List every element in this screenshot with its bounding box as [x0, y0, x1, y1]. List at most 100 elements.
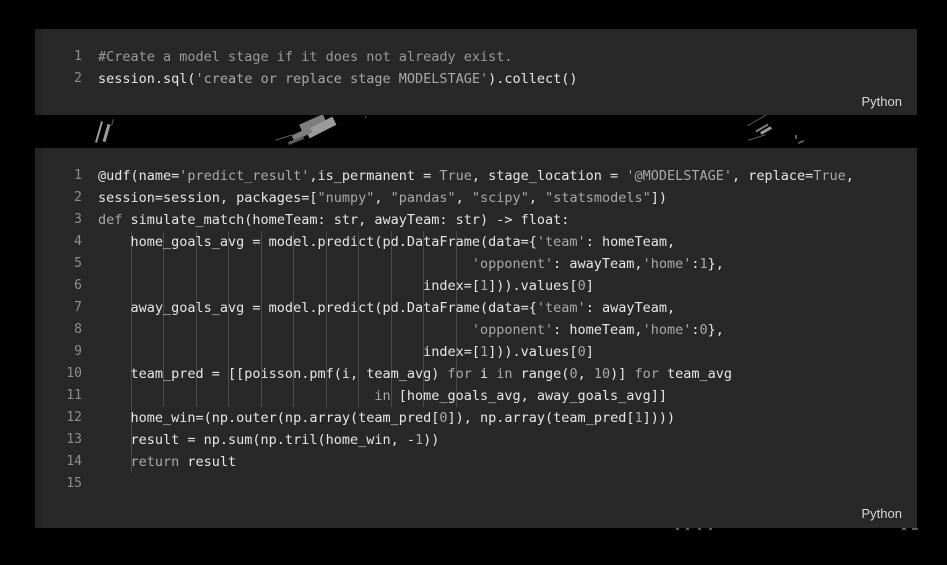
scratch-mark: [365, 116, 366, 118]
scratch-mark: [676, 528, 679, 530]
code-token: #Create a model stage if it does not alr…: [98, 49, 513, 65]
code-token: 0: [699, 322, 708, 338]
line-text: return result: [98, 451, 237, 473]
code-token: range(: [520, 366, 570, 382]
scratch-mark: [912, 528, 918, 530]
line-number: 11: [66, 388, 82, 403]
line-number: 14: [66, 454, 82, 469]
scratch-mark: [95, 121, 103, 143]
code-line[interactable]: 15: [42, 473, 917, 495]
code-line[interactable]: 14 return result: [42, 451, 917, 473]
code-lines-2[interactable]: 1 @udf(name='predict_result',is_permanent…: [35, 148, 917, 495]
code-token: : homeTeam,: [553, 322, 643, 338]
code-token: : awayTeam,: [553, 256, 643, 272]
line-text: home_win=(np.outer(np.array(team_pred[0]…: [98, 407, 676, 429]
code-line[interactable]: 2 session=session, packages=["numpy", "pa…: [42, 187, 917, 209]
code-line[interactable]: 7 away_goals_avg = model.predict(pd.Data…: [42, 297, 917, 319]
code-line[interactable]: 12 home_win=(np.outer(np.array(team_pred…: [42, 407, 917, 429]
code-token: home_win=(np.outer(np.array(team_pred[: [98, 410, 440, 426]
code-token: 0: [577, 278, 586, 294]
code-token: 1: [480, 278, 489, 294]
scratch-mark: [291, 126, 313, 142]
code-line[interactable]: 6 index=[1])).values[0]: [42, 275, 917, 297]
line-text: session.sql('create or replace stage MOD…: [98, 68, 578, 90]
code-token: , replace=: [732, 168, 814, 184]
scratch-mark: [748, 134, 766, 141]
scratch-mark: [698, 528, 701, 530]
code-token: ]: [585, 278, 594, 294]
line-number: 4: [74, 234, 82, 249]
code-line[interactable]: 9 index=[1])).values[0]: [42, 341, 917, 363]
code-block-1[interactable]: 1 #Create a model stage if it does not al…: [35, 29, 917, 115]
line-number: 3: [74, 212, 82, 227]
line-text: @udf(name='predict_result',is_permanent …: [98, 165, 854, 187]
code-token: ])).values[: [488, 344, 578, 360]
code-line[interactable]: 2 session.sql('create or replace stage MO…: [42, 68, 917, 90]
code-line[interactable]: 5 'opponent': awayTeam,'home':1},: [42, 253, 917, 275]
code-token: 1: [634, 410, 643, 426]
code-token: simulate_match(homeTeam: str, awayTeam: …: [130, 212, 570, 228]
code-token: ,: [455, 190, 472, 206]
code-line[interactable]: 8 'opponent': homeTeam,'home':0},: [42, 319, 917, 341]
code-token: i: [480, 366, 497, 382]
code-line[interactable]: 3 def simulate_match(homeTeam: str, awayT…: [42, 209, 917, 231]
language-label-2: Python: [861, 506, 902, 521]
scratch-mark: [755, 123, 769, 133]
code-block-2[interactable]: 1 @udf(name='predict_result',is_permanent…: [35, 148, 917, 528]
scratch-artifacts: [0, 115, 947, 148]
code-line[interactable]: 1 #Create a model stage if it does not al…: [42, 46, 917, 68]
scratch-mark: [288, 136, 304, 145]
line-text: #Create a model stage if it does not alr…: [98, 46, 513, 68]
code-lines-1[interactable]: 1 #Create a model stage if it does not al…: [35, 29, 917, 90]
code-token: 'home': [642, 322, 692, 338]
code-token: ,: [528, 190, 546, 206]
code-token: 1: [414, 432, 424, 448]
code-token: )]: [610, 366, 635, 382]
code-token: ).collect(): [488, 71, 578, 87]
bottom-scratch-artifacts: [0, 528, 947, 540]
line-text: index=[1])).values[0]: [98, 275, 594, 297]
scratch-mark: [299, 115, 327, 134]
line-number: 2: [74, 190, 82, 205]
code-token: True: [439, 168, 472, 184]
line-text: session=session, packages=["numpy", "pan…: [98, 187, 667, 209]
code-token: 10: [593, 366, 611, 382]
code-line[interactable]: 11 in [home_goals_avg, away_goals_avg]]: [42, 385, 917, 407]
line-number: 9: [74, 344, 82, 359]
code-token: ]))): [642, 410, 676, 426]
code-token: index=[: [98, 344, 481, 360]
line-text: team_pred = [[poisson.pmf(i, team_avg) f…: [98, 363, 733, 385]
code-token: )): [423, 432, 440, 448]
code-token: "pandas": [390, 190, 456, 206]
code-token: @udf(name=: [98, 168, 180, 184]
code-token: "scipy": [471, 190, 529, 206]
line-text: in [home_goals_avg, away_goals_avg]]: [98, 385, 667, 407]
code-token: "numpy": [317, 190, 375, 206]
code-token: index=[: [98, 278, 481, 294]
code-token: , stage_location =: [471, 168, 627, 184]
code-token: away_goals_avg = model.predict(pd.DataFr…: [98, 300, 537, 316]
line-text: 'opponent': awayTeam,'home':1},: [98, 253, 724, 275]
line-number: 10: [66, 366, 82, 381]
code-token: ,: [577, 366, 594, 382]
code-line[interactable]: 10 team_pred = [[poisson.pmf(i, team_avg…: [42, 363, 917, 385]
code-token: 0: [569, 366, 578, 382]
code-token: 'opponent': [471, 256, 554, 272]
scratch-mark: [902, 528, 906, 530]
scratch-mark: [797, 140, 805, 144]
code-token: 0: [577, 344, 586, 360]
code-line[interactable]: 13 result = np.sum(np.tril(home_win, -1)…: [42, 429, 917, 451]
code-line[interactable]: 1 @udf(name='predict_result',is_permanent…: [42, 165, 917, 187]
code-line[interactable]: 4 home_goals_avg = model.predict(pd.Data…: [42, 231, 917, 253]
code-token: 'opponent': [471, 322, 554, 338]
code-token: result = np.sum(np.tril(home_win, -: [98, 432, 415, 448]
line-number: 6: [74, 278, 82, 293]
line-number: 7: [74, 300, 82, 315]
scratch-mark: [795, 135, 797, 139]
code-token: for: [634, 366, 668, 382]
language-label-1: Python: [861, 94, 902, 109]
code-token: team_pred = [[poisson.pmf(i, team_avg): [98, 366, 448, 382]
